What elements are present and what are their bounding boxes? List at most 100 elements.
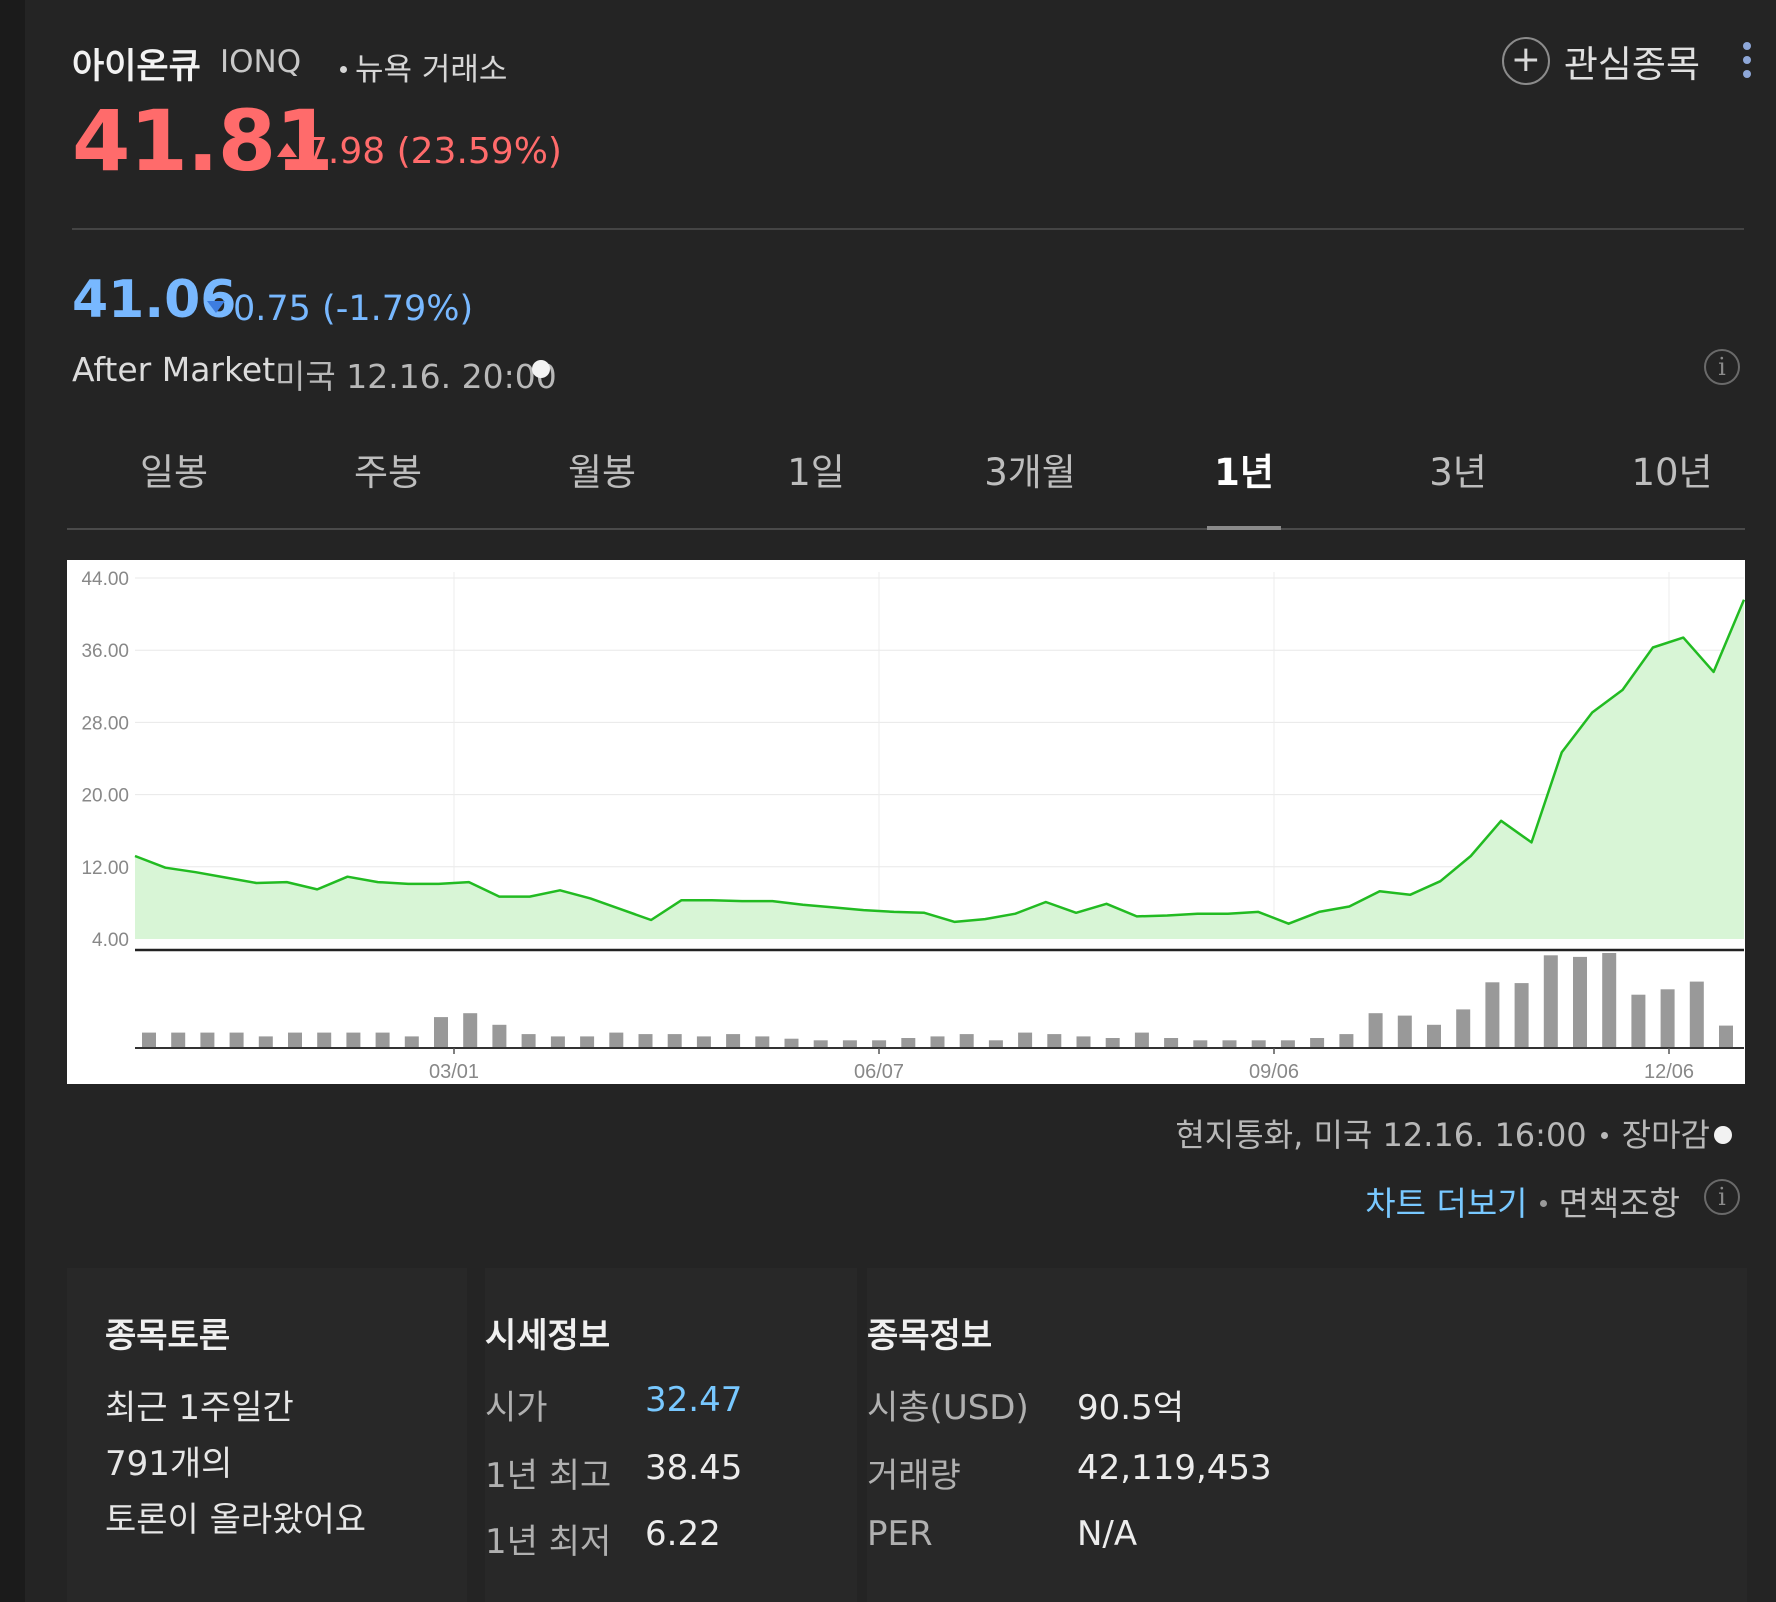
add-watchlist-button[interactable]: + 관심종목 (1501, 34, 1700, 88)
after-market-time: 미국 12.16. 20:00 (275, 357, 557, 396)
tabs-underline (67, 528, 1745, 530)
separator-dot (340, 66, 347, 73)
tab-1day[interactable]: 1일 (709, 442, 923, 496)
after-market-change-value: 0.75 (-1.79%) (233, 289, 474, 329)
volume-bar (434, 1017, 448, 1048)
volume-bar (667, 1034, 682, 1048)
volume-bar (609, 1032, 624, 1048)
volume-bar (1018, 1032, 1033, 1048)
market-cap-value: 90.5억 (1077, 1388, 1184, 1428)
y-tick-label: 28.00 (81, 713, 129, 734)
volume-bar (1222, 1040, 1237, 1048)
market-status: 장마감 (1621, 1116, 1710, 1154)
x-tick-label: 12/06 (1644, 1061, 1694, 1083)
volume-bar (229, 1032, 244, 1048)
chart-more-link[interactable]: 차트 더보기 (1365, 1184, 1527, 1223)
y-tick-label: 12.00 (81, 858, 129, 879)
volume-bar (988, 1040, 1003, 1048)
y-tick-label: 44.00 (81, 569, 129, 590)
disclaimer-link[interactable]: 면책조항 (1559, 1184, 1680, 1223)
volume-bar (1105, 1038, 1120, 1048)
watchlist-label: 관심종목 (1563, 43, 1700, 86)
volume-bar (258, 1036, 273, 1048)
volume-bar (901, 1038, 916, 1048)
volume-bar (1689, 981, 1704, 1048)
forum-title: 종목토론 (105, 1316, 231, 1356)
volume-bar (959, 1034, 974, 1048)
tab-10year[interactable]: 10년 (1565, 442, 1776, 496)
info-icon[interactable]: i (1704, 349, 1740, 385)
plus-icon: + (1501, 37, 1550, 85)
volume-bar (1660, 989, 1675, 1048)
volume-bar (317, 1032, 332, 1048)
after-market-change: 0.75 (-1.79%) (207, 289, 473, 329)
stock-name: 아이온큐 (72, 47, 201, 87)
x-tick-label: 03/01 (429, 1061, 479, 1083)
volume-bar (1339, 1034, 1354, 1048)
forum-panel[interactable]: 종목토론 최근 1주일간 791개의 토론이 올라왔어요 (67, 1268, 467, 1602)
disclaimer-info-icon[interactable]: i (1704, 1179, 1740, 1215)
year-low-value: 6.22 (645, 1514, 721, 1554)
price-change: 7.98 (23.59%) (277, 131, 562, 172)
volume-bar (1251, 1040, 1266, 1048)
y-tick-label: 36.00 (81, 641, 129, 662)
chart-links: 차트 더보기 면책조항 (1365, 1177, 1680, 1225)
volume-bar (1164, 1038, 1179, 1048)
volume-label: 거래량 (867, 1456, 961, 1496)
tab-daily[interactable]: 일봉 (67, 442, 281, 496)
volume-bar (638, 1034, 653, 1048)
forum-line: 최근 1주일간 (105, 1388, 294, 1428)
price-change-value: 7.98 (23.59%) (305, 131, 562, 172)
volume-bar (696, 1036, 711, 1048)
volume-bar (492, 1024, 507, 1048)
exchange-label: 뉴욕 거래소 (340, 44, 507, 89)
volume-bar (1047, 1034, 1062, 1048)
up-arrow-icon (277, 143, 297, 157)
tab-1year[interactable]: 1년 (1137, 442, 1351, 496)
price-chart[interactable]: 44.00 36.00 28.00 20.00 12.00 4.00 03/01 06/07 0… (67, 560, 1745, 1084)
volume-bar (1514, 983, 1529, 1048)
tab-3year[interactable]: 3년 (1351, 442, 1565, 496)
currency-time: 현지통화, 미국 12.16. 16:00 (1175, 1116, 1587, 1154)
volume-bar (521, 1034, 536, 1048)
y-tick-label: 4.00 (92, 930, 129, 951)
volume-bar (1543, 955, 1558, 1048)
volume-bar (1076, 1036, 1091, 1048)
open-price-label: 시가 (485, 1388, 548, 1428)
forum-summary: 최근 1주일간 791개의 토론이 올라왔어요 (105, 1380, 366, 1548)
exchange-name: 뉴욕 거래소 (355, 52, 508, 88)
volume-bar (1602, 953, 1617, 1048)
tab-monthly[interactable]: 월봉 (495, 442, 709, 496)
volume-bar (375, 1032, 390, 1048)
x-tick-label: 06/07 (854, 1061, 904, 1083)
volume-bar (755, 1036, 770, 1048)
volume-bar (1310, 1038, 1325, 1048)
market-cap-label: 시총(USD) (867, 1388, 1029, 1428)
volume-bar (1719, 1025, 1733, 1048)
tab-weekly[interactable]: 주봉 (281, 442, 495, 496)
tab-3month[interactable]: 3개월 (923, 442, 1137, 496)
volume-bar (550, 1036, 565, 1048)
x-tick-label: 09/06 (1249, 1061, 1299, 1083)
forum-line: 791개의 (105, 1444, 233, 1484)
stock-info-panel: 종목정보 시총(USD) 90.5억 거래량 42,119,453 PER N/… (867, 1268, 1747, 1602)
down-arrow-icon (207, 301, 225, 313)
volume-bar (1397, 1015, 1412, 1048)
volume-bar (580, 1036, 595, 1048)
per-value: N/A (1077, 1514, 1138, 1554)
active-tab-indicator (1207, 526, 1281, 530)
volume-bar (1631, 994, 1646, 1048)
volume-bar (726, 1034, 741, 1048)
y-tick-label: 20.00 (81, 786, 129, 807)
volume-bar (930, 1036, 945, 1048)
volume-bar (200, 1032, 215, 1048)
more-options-icon[interactable] (1742, 42, 1752, 80)
separator-dot (1539, 1200, 1547, 1207)
live-indicator-dot (532, 360, 550, 378)
volume-bar (346, 1032, 361, 1048)
volume-bar (404, 1036, 419, 1048)
volume-bar (463, 1013, 478, 1048)
volume-bar (1573, 956, 1587, 1048)
volume-bar (1280, 1040, 1295, 1048)
status-dot (1714, 1126, 1732, 1144)
